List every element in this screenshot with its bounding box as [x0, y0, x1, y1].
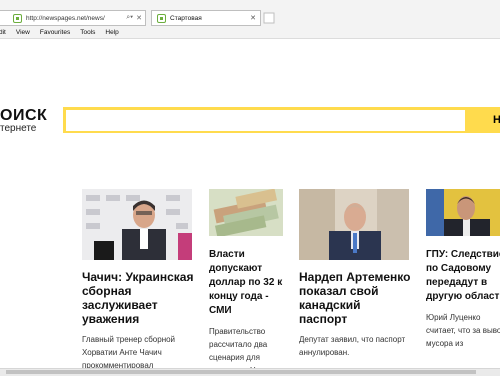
new-tab-icon[interactable] [263, 12, 275, 24]
news-image[interactable] [82, 189, 192, 260]
refresh-icon[interactable]: ✕ [136, 14, 142, 22]
news-card[interactable]: Власти допускают доллар по 32 к концу го… [209, 189, 285, 377]
news-image[interactable] [426, 189, 500, 236]
news-text: Главный тренер сборной Хорватии Анте Чач… [82, 335, 176, 370]
menu-edit[interactable]: dit [0, 27, 11, 38]
news-image[interactable] [299, 189, 409, 260]
news-text: Юрий Луценко считает, что за вывоз мусор… [426, 313, 500, 348]
search-box[interactable] [63, 107, 468, 133]
search-logo-subtitle: тернете [0, 123, 37, 134]
tab-start[interactable]: Стартовая ✕ [151, 10, 261, 26]
search-button[interactable]: Н [468, 107, 500, 133]
news-card[interactable]: ГПУ: Следствие по Садовому передадут в д… [426, 189, 500, 350]
tab-favicon-icon [157, 13, 166, 23]
browser-chrome: http://newspages.net/news/ ⌕▾ ✕ Стартова… [0, 0, 500, 39]
news-title[interactable]: ГПУ: Следствие по Садовому передадут в д… [426, 248, 500, 304]
menu-favourites[interactable]: Favourites [35, 27, 75, 38]
site-favicon-icon [13, 13, 22, 23]
news-card[interactable]: Чачич: Украинская сборная заслуживает ув… [82, 189, 194, 372]
news-title[interactable]: Власти допускают доллар по 32 к концу го… [209, 248, 285, 318]
menu-tools[interactable]: Tools [75, 27, 100, 38]
menu-view[interactable]: View [11, 27, 35, 38]
address-url[interactable]: http://newspages.net/news/ [26, 15, 126, 22]
news-card[interactable]: Нардеп Артеменко показал свой канадский … [299, 189, 411, 359]
news-title[interactable]: Чачич: Украинская сборная заслуживает ув… [82, 270, 194, 326]
news-text: Депутат заявил, что паспорт аннулирован. [299, 335, 406, 357]
menu-help[interactable]: Help [100, 27, 123, 38]
menu-bar: dit View Favourites Tools Help [0, 27, 124, 38]
search-input[interactable] [66, 110, 465, 131]
news-image[interactable] [209, 189, 283, 236]
tab-title: Стартовая [170, 14, 202, 22]
address-bar[interactable]: http://newspages.net/news/ ⌕▾ ✕ [0, 10, 146, 26]
close-tab-icon[interactable]: ✕ [250, 14, 256, 22]
news-title[interactable]: Нардеп Артеменко показал свой канадский … [299, 270, 411, 326]
search-dropdown-icon[interactable]: ⌕▾ [126, 14, 133, 22]
scrollbar-thumb[interactable] [6, 370, 476, 374]
